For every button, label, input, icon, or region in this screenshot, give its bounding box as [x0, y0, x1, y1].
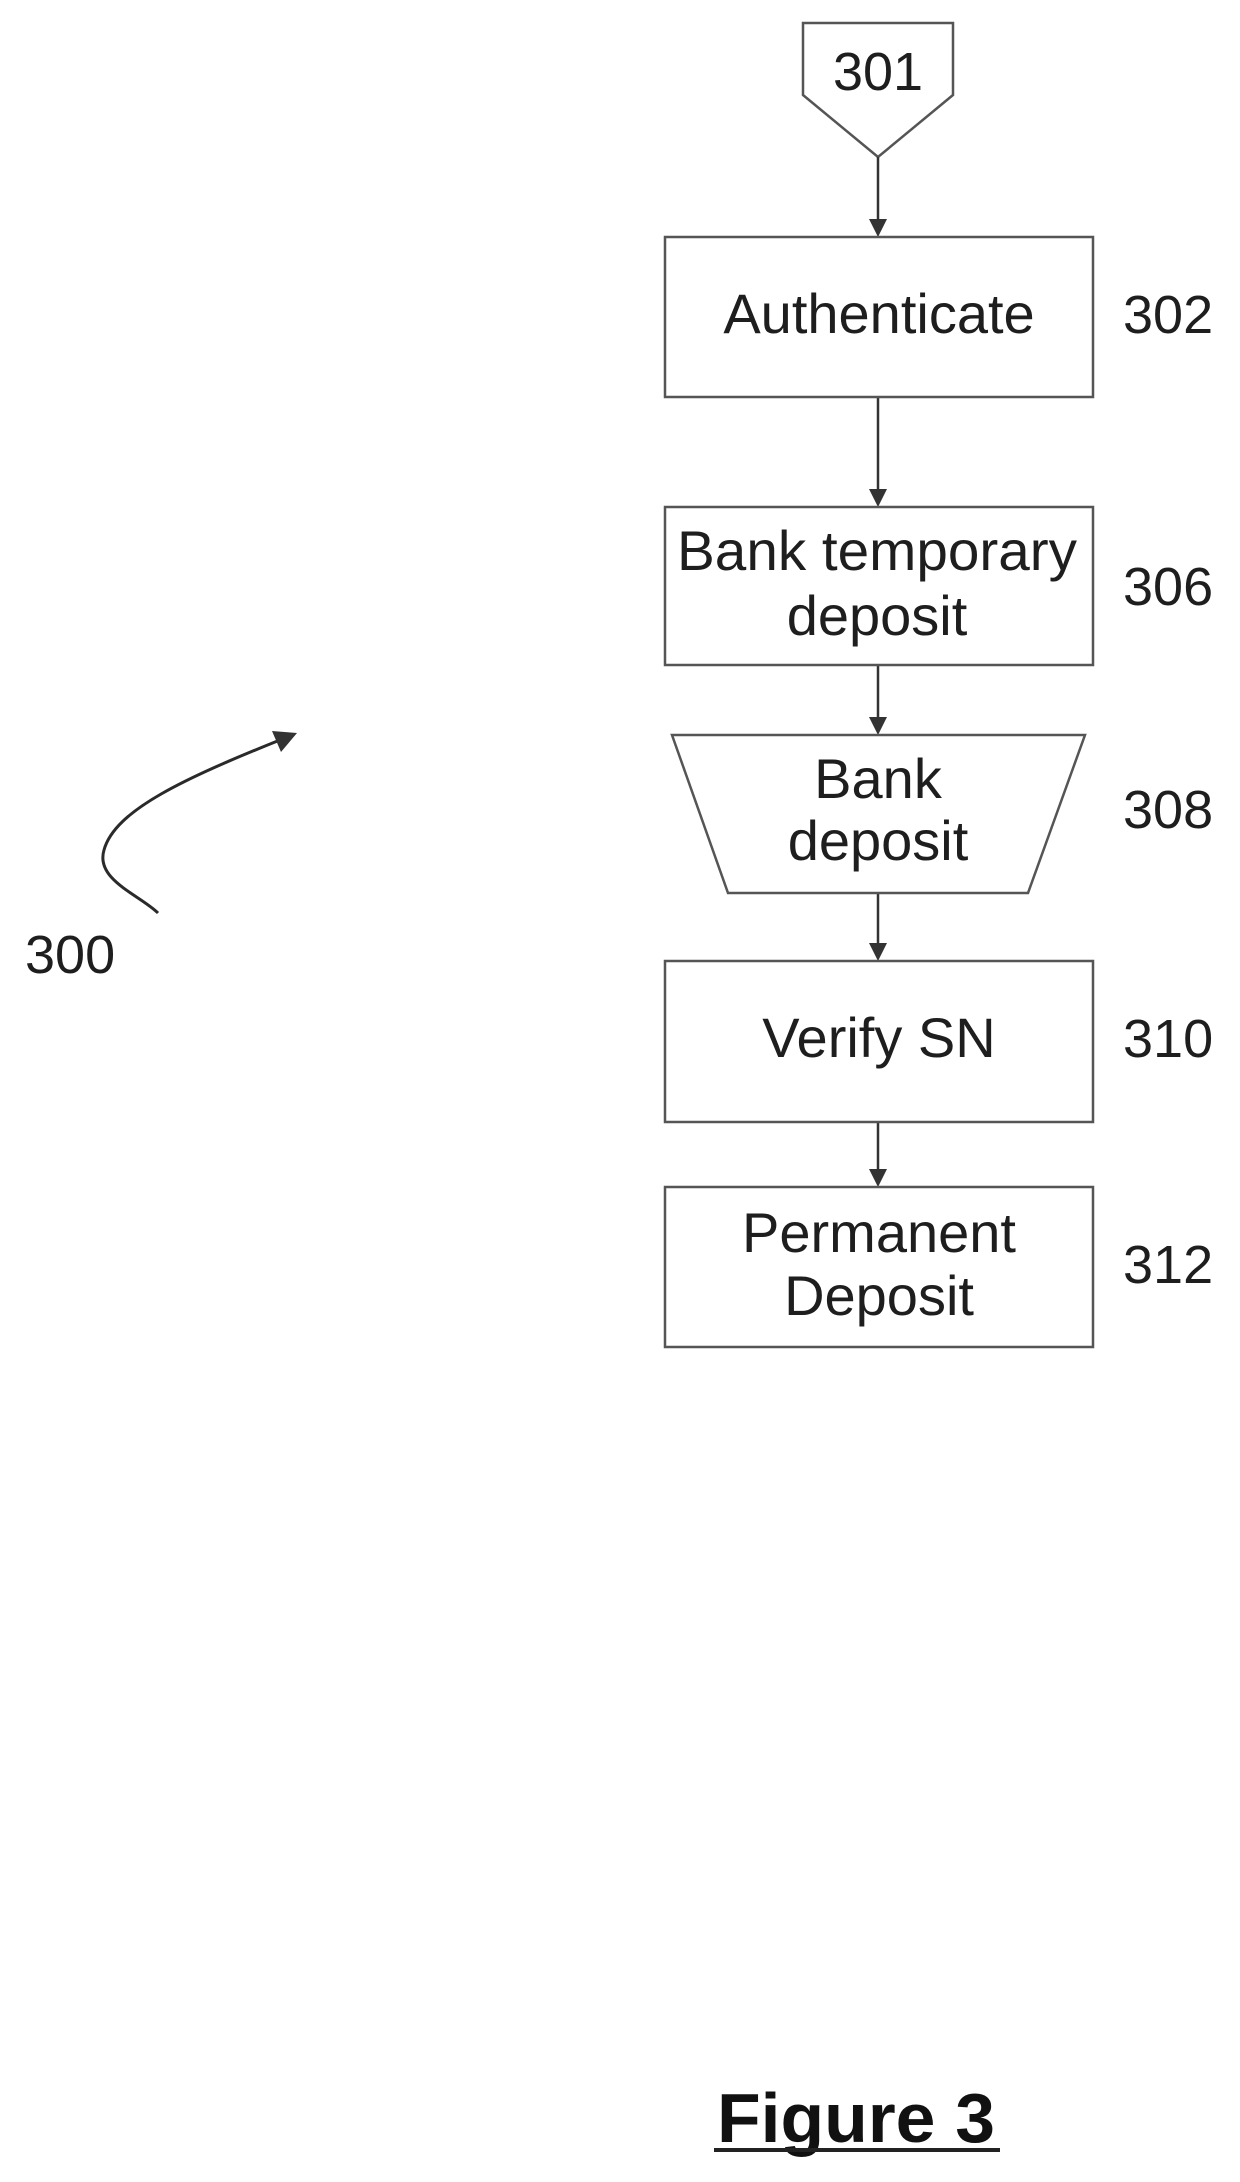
- step-label-line-1: Permanent: [742, 1201, 1016, 1264]
- step-label-line-2: deposit: [787, 584, 968, 647]
- step-label-line-2: deposit: [788, 809, 969, 872]
- arrowhead-icon: [869, 219, 887, 237]
- step-ref-label: 308: [1123, 780, 1213, 840]
- connector-302-306: [869, 397, 887, 507]
- step-permanent-deposit: Permanent Deposit 312: [663, 1185, 1213, 1349]
- step-label-line-2: Deposit: [784, 1264, 974, 1327]
- connector-301-302: [869, 157, 887, 237]
- connector-306-308: [869, 665, 887, 735]
- arrowhead-icon: [869, 489, 887, 507]
- step-label-line-1: Bank: [814, 747, 943, 810]
- curved-leader-arrow: [101, 736, 286, 915]
- figure-reference-300: 300: [25, 731, 297, 985]
- connector-310-312: [869, 1122, 887, 1187]
- arrowhead-icon: [869, 943, 887, 961]
- step-authenticate: Authenticate 302: [663, 235, 1213, 399]
- connector-308-310: [869, 893, 887, 961]
- step-ref-label: 302: [1123, 285, 1213, 345]
- step-verify-sn: Verify SN 310: [663, 959, 1213, 1124]
- step-ref-label: 312: [1123, 1235, 1213, 1295]
- figure-ref-label: 300: [25, 925, 115, 985]
- figure-caption: Figure 3: [714, 2079, 1000, 2157]
- start-ref-label: 301: [833, 42, 923, 102]
- step-label: Authenticate: [723, 282, 1034, 345]
- arrowhead-icon: [869, 1169, 887, 1187]
- step-label: Verify SN: [762, 1006, 995, 1069]
- step-ref-label: 306: [1123, 557, 1213, 617]
- arrowhead-icon: [869, 717, 887, 735]
- flowchart-canvas: 301 Authenticate 302 Bank temporary depo…: [25, 21, 1213, 2157]
- start-connector-301: 301: [801, 21, 955, 159]
- step-bank-temporary-deposit: Bank temporary deposit 306: [663, 505, 1213, 667]
- step-label-line-1: Bank temporary: [677, 519, 1077, 582]
- figure-caption-text: Figure 3: [717, 2079, 995, 2157]
- step-bank-deposit: Bank deposit 308: [670, 733, 1213, 895]
- step-ref-label: 310: [1123, 1009, 1213, 1069]
